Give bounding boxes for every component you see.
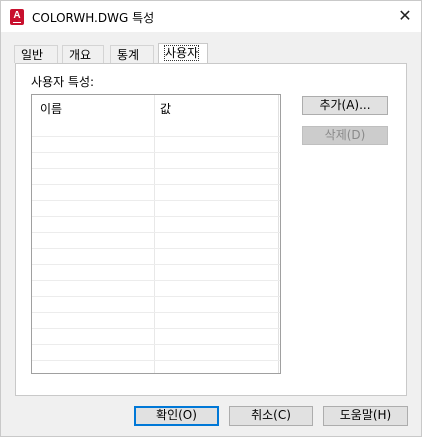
help-button[interactable]: 도움말(H) <box>323 406 408 426</box>
row-gridline <box>32 360 280 361</box>
title-bar: A COLORWH.DWG 특성 ✕ <box>1 1 421 32</box>
delete-property-button[interactable]: 삭제(D) <box>302 126 388 145</box>
close-icon[interactable]: ✕ <box>395 6 415 26</box>
custom-properties-label: 사용자 특성: <box>31 75 95 89</box>
list-header: 이름 값 <box>32 95 280 119</box>
row-gridline <box>32 248 280 249</box>
tab-statistics[interactable]: 통계 <box>110 45 154 63</box>
custom-tab-panel: 사용자 특성: 이름 값 추가(A)... 삭제(D) <box>15 63 407 396</box>
row-gridline <box>32 136 280 137</box>
cancel-button[interactable]: 취소(C) <box>229 406 313 426</box>
row-gridline <box>32 232 280 233</box>
autocad-app-icon: A <box>10 9 24 25</box>
column-header-name[interactable]: 이름 <box>40 100 62 117</box>
row-gridline <box>32 312 280 313</box>
row-gridline <box>32 264 280 265</box>
row-gridline <box>32 296 280 297</box>
tab-general[interactable]: 일반 <box>14 45 58 63</box>
row-gridline <box>32 328 280 329</box>
column-header-value[interactable]: 값 <box>160 100 171 117</box>
row-gridline <box>32 344 280 345</box>
tab-summary[interactable]: 개요 <box>62 45 104 63</box>
add-property-button[interactable]: 추가(A)... <box>302 96 388 115</box>
row-gridline <box>32 280 280 281</box>
row-gridline <box>32 216 280 217</box>
row-gridline <box>32 184 280 185</box>
row-gridline <box>32 152 280 153</box>
custom-properties-list[interactable]: 이름 값 <box>31 94 281 374</box>
row-gridline <box>32 168 280 169</box>
ok-button[interactable]: 확인(O) <box>134 406 219 426</box>
tab-custom[interactable]: 사용자 <box>158 43 208 64</box>
window-title: COLORWH.DWG 특성 <box>32 11 155 25</box>
row-gridline <box>32 200 280 201</box>
properties-dialog: A COLORWH.DWG 특성 ✕ 일반 개요 통계 사용자 사용자 특성: … <box>0 0 422 437</box>
